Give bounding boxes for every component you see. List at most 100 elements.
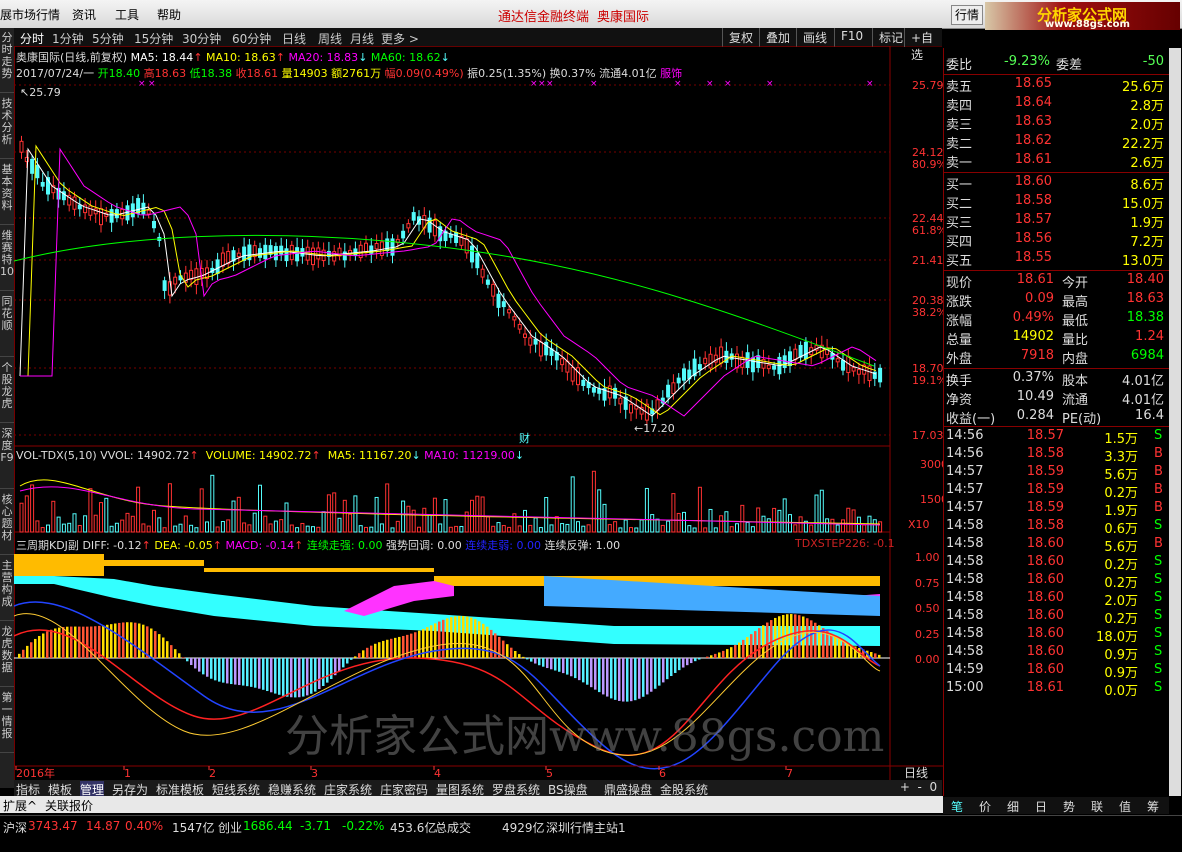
macd-bar (506, 644, 509, 658)
left-tab-7[interactable]: 核心题材 (0, 494, 14, 555)
left-tab-5[interactable]: 个股龙虎 (0, 362, 14, 423)
x-axis-label-0: 2016年 (16, 766, 55, 780)
period-tab-3[interactable]: 15分钟 (134, 30, 173, 47)
ask-row-2-cell: 2.0万 (1130, 118, 1164, 133)
menu-help[interactable]: 帮助 (157, 6, 181, 23)
volume-bar (83, 515, 88, 533)
period-tab-2[interactable]: 5分钟 (92, 30, 124, 47)
macd-bar (674, 658, 677, 673)
macd-bar (430, 625, 433, 658)
macd-bar (174, 649, 177, 658)
menu-tools[interactable]: 工具 (115, 6, 139, 23)
period-tab-0[interactable]: 分时 (20, 30, 44, 47)
volume-bar (507, 526, 512, 533)
macd-bar (206, 658, 209, 677)
volume-bar (247, 524, 252, 533)
stat-row-0-cell: 18.40 (1126, 272, 1164, 287)
left-tab-9[interactable]: 龙虎数据 (0, 626, 14, 687)
macd-bar (322, 658, 325, 686)
left-tab-8[interactable]: 主营构成 (0, 560, 14, 621)
macd-bar (330, 658, 333, 680)
price-axis-label-10: 17.03 (912, 429, 943, 442)
tick-row-0-cell: 1.5万 (1104, 432, 1138, 447)
volume-bar (798, 516, 803, 533)
volume-bar (120, 519, 125, 533)
right-tab-2[interactable]: 细 (1007, 798, 1019, 815)
macd-bar (50, 629, 53, 658)
watermark: 分析家公式网www.88gs.com (285, 711, 885, 762)
stat-row-3: 总量 14902 量比 1.24 (944, 329, 1170, 348)
period-tab-6[interactable]: 日线 (282, 30, 306, 47)
quote-button[interactable]: 行情 (951, 5, 983, 25)
volume-bar (480, 496, 485, 533)
macd-bar (214, 658, 217, 681)
volume-bar (756, 507, 761, 533)
stat-row-1-cell: 涨跌 (946, 295, 973, 310)
period-tab-4[interactable]: 30分钟 (182, 30, 221, 47)
related-quote-button[interactable]: 关联报价 (45, 797, 93, 814)
menu-news[interactable]: 资讯 (72, 6, 96, 23)
toolbar-button-1[interactable]: 叠加 (759, 28, 796, 47)
macd-bar (146, 626, 149, 658)
volume-bar (745, 521, 750, 533)
macd-bar (386, 639, 389, 658)
period-tab-9[interactable]: 更多 > (381, 30, 419, 47)
period-tab-5[interactable]: 60分钟 (232, 30, 271, 47)
ask-row-0-cell: 25.6万 (1122, 80, 1164, 95)
right-tab-3[interactable]: 日 (1035, 798, 1047, 815)
left-tab-3[interactable]: 维赛特10 (0, 230, 14, 291)
volume-bar (279, 519, 284, 533)
macd-bar (122, 622, 125, 658)
expand-button[interactable]: 扩展^ (3, 797, 37, 814)
stat-row-3-cell: 量比 (1062, 333, 1089, 348)
stat-row-0: 现价 18.61 今开 18.40 (944, 272, 1170, 291)
volume-bars (19, 470, 883, 533)
macd-bar (658, 658, 661, 686)
macd-bar (554, 658, 557, 671)
left-tab-4[interactable]: 同花顺 (0, 296, 14, 357)
right-tab-5[interactable]: 联 (1091, 798, 1103, 815)
period-tab-7[interactable]: 周线 (318, 30, 342, 47)
stat2-row-1: 净资 10.49 流通 4.01亿 (944, 389, 1170, 408)
tick-row-6: 14:58 18.60 5.6万 B (944, 536, 1170, 555)
toolbar-button-3[interactable]: F10 (834, 28, 869, 47)
right-tab-6[interactable]: 值 (1119, 798, 1131, 815)
status-bar: 沪深 3743.47 14.87 0.40% 1547亿 创业 1686.44 … (0, 815, 1182, 838)
toolbar-button-5[interactable]: +自选 (904, 28, 942, 62)
right-tab-1[interactable]: 价 (979, 798, 991, 815)
main-chart[interactable]: 25.7924.1280.9%22.4461.8%21.4120.3838.2%… (14, 46, 943, 780)
candle-body (146, 209, 151, 215)
right-tab-7[interactable]: 筹 (1147, 798, 1159, 815)
macd-bar (526, 658, 529, 660)
candle-body (263, 244, 268, 260)
candle-body (220, 252, 225, 267)
toolbar-button-2[interactable]: 画线 (796, 28, 833, 47)
volume-bar (846, 507, 851, 533)
scrollbar[interactable] (1169, 48, 1181, 796)
macd-bar (446, 618, 449, 658)
zoom-controls[interactable]: + - 0 (896, 780, 942, 796)
tick-row-3-cell: B (1154, 482, 1163, 497)
macd-bar (730, 647, 733, 658)
candle-body (491, 283, 496, 297)
stat-row-3-cell: 14902 (1012, 329, 1054, 344)
right-tab-4[interactable]: 势 (1063, 798, 1075, 815)
period-tab-8[interactable]: 月线 (350, 30, 374, 47)
tick-row-12: 14:58 18.60 0.9万 S (944, 644, 1170, 663)
left-tab-2[interactable]: 基本资料 (0, 164, 14, 225)
tick-row-7-cell: 14:58 (946, 554, 984, 569)
right-tab-0[interactable]: 笔 (951, 798, 963, 815)
left-tab-6[interactable]: 深度F9 (0, 428, 14, 489)
left-tab-1[interactable]: 技术分析 (0, 98, 14, 159)
macd-bar (678, 658, 681, 671)
volume-bar (554, 516, 559, 533)
right-tabs: 笔价细日势联值筹 (943, 797, 1169, 814)
macd-bar (198, 658, 201, 672)
left-tab-10[interactable]: 第一情报 (0, 692, 14, 753)
left-tab-0[interactable]: 分时走势 (0, 32, 14, 93)
toolbar-button-0[interactable]: 复权 (722, 28, 759, 47)
menu-market[interactable]: 展市场行情 (0, 6, 60, 23)
volume-bar (236, 496, 241, 533)
volume-bar (841, 519, 845, 533)
period-tab-1[interactable]: 1分钟 (52, 30, 84, 47)
